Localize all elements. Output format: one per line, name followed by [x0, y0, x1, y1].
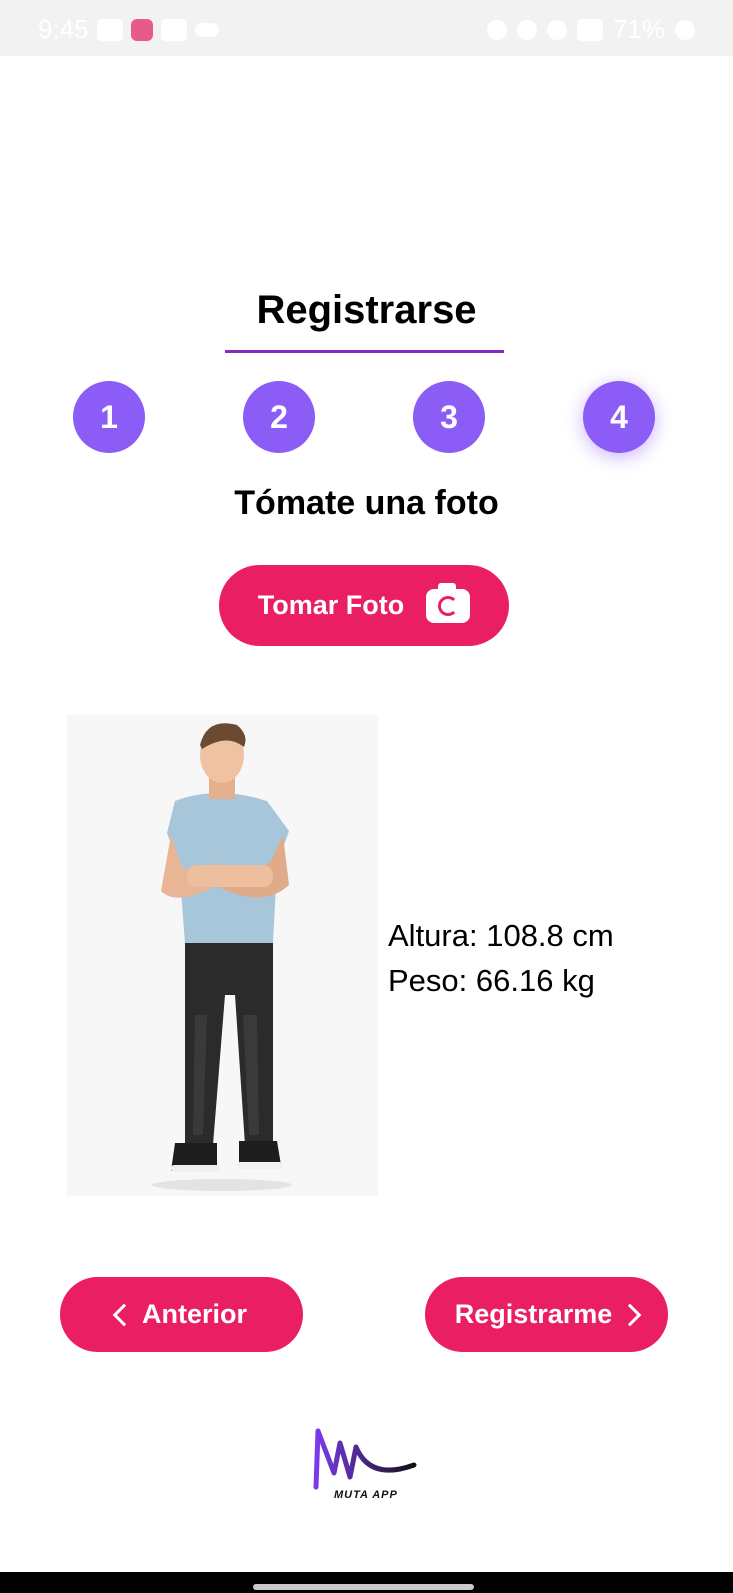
status-right: 71%	[486, 14, 695, 45]
logo-mark	[313, 1428, 417, 1490]
cloud-icon	[194, 22, 219, 37]
wifi-icon	[546, 19, 567, 40]
take-photo-label: Tomar Foto	[257, 590, 405, 620]
step-4[interactable]: 4	[583, 381, 655, 453]
youtube-icon	[96, 18, 123, 41]
page-title: Registrarse	[256, 288, 477, 332]
status-bar: 9:45 71%	[0, 0, 733, 56]
height-value: Altura: 108.8 cm	[388, 918, 614, 953]
mute-icon	[516, 19, 537, 40]
step-3[interactable]: 3	[413, 381, 485, 453]
battery-icon	[675, 19, 695, 40]
register-label: Registrarme	[454, 1299, 613, 1329]
step-2[interactable]: 2	[243, 381, 315, 453]
step-1[interactable]: 1	[73, 381, 145, 453]
muta-app-logo: MUTA APP	[310, 1425, 420, 1505]
battery-percent: 71%	[612, 14, 665, 44]
signal-icon	[576, 18, 603, 41]
previous-button[interactable]: Anterior	[60, 1277, 303, 1352]
home-indicator[interactable]	[253, 1584, 474, 1590]
title-underline	[225, 350, 504, 353]
section-subtitle: Tómate una foto	[234, 484, 499, 522]
user-photo	[67, 715, 378, 1196]
gallery-icon	[160, 18, 187, 41]
chevron-left-icon	[112, 1303, 136, 1326]
hearts-icon	[130, 18, 153, 41]
weight-value: Peso: 66.16 kg	[388, 963, 595, 998]
status-time: 9:45	[38, 14, 89, 44]
previous-label: Anterior	[141, 1299, 247, 1329]
chevron-right-icon	[618, 1303, 642, 1326]
camera-switch-icon	[426, 582, 471, 623]
alarm-icon	[486, 19, 507, 40]
person-figure	[152, 723, 292, 1191]
logo-text: MUTA APP	[334, 1489, 398, 1501]
status-left: 9:45	[38, 14, 219, 45]
register-button[interactable]: Registrarme	[425, 1277, 668, 1352]
take-photo-button[interactable]: Tomar Foto	[219, 565, 509, 646]
